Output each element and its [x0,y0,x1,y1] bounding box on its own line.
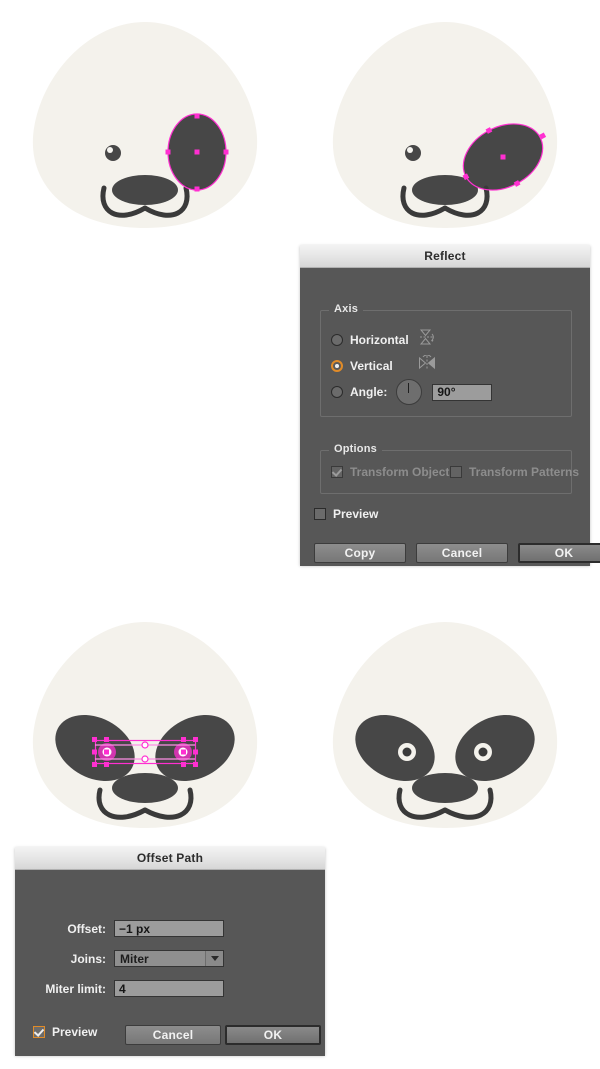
joins-field-label: Joins: [70,951,106,966]
joins-field-row: Joins: Miter [15,950,325,967]
eye-left [398,743,416,761]
offset-path-dialog-title: Offset Path [136,851,204,865]
transform-patterns-checkbox [450,466,462,478]
axis-option-horizontal[interactable]: Horizontal [331,329,437,350]
illustration-panel-3 [0,600,290,850]
illustration-panel-4 [300,600,590,850]
reflect-dialog-titlebar[interactable]: Reflect [300,245,590,268]
eye-left-small [105,145,121,161]
miter-limit-field-row: Miter limit: 4 [15,980,325,997]
vertical-label: Vertical [350,358,393,373]
horizontal-label: Horizontal [350,332,409,347]
offset-preview-row[interactable]: Preview [33,1025,97,1039]
offset-path-dialog: Offset Path Offset: −1 px Joins: Miter M… [15,847,325,1056]
reflect-dialog-body: Axis Horizontal Vertical Angle: 90° Opti… [300,268,600,566]
angle-label: Angle: [350,385,388,399]
reflect-copy-button[interactable]: Copy [314,543,406,563]
miter-limit-label: Miter limit: [45,981,106,996]
options-group-legend: Options [329,443,382,455]
angle-radio[interactable] [331,386,343,398]
offset-path-dialog-body: Offset: −1 px Joins: Miter Miter limit: … [15,870,325,1056]
reflect-cancel-button[interactable]: Cancel [416,543,508,563]
horizontal-radio[interactable] [331,333,343,346]
reflect-preview-checkbox[interactable] [314,508,326,520]
illustration-panel-2 [300,0,590,250]
axis-group: Axis Horizontal Vertical Angle: 90° [320,303,572,417]
illustration-panel-1 [0,0,290,250]
axis-option-angle[interactable]: Angle: 90° [331,379,493,405]
reflect-preview-label: Preview [333,507,379,521]
reflect-preview-row[interactable]: Preview [314,507,378,521]
offset-preview-checkbox[interactable] [33,1026,45,1038]
reflect-dialog-title: Reflect [424,249,466,263]
axis-option-vertical[interactable]: Vertical [331,354,436,376]
chevron-down-icon [210,956,219,961]
options-group: Options Transform Objects Transform Patt… [320,443,579,494]
eye-left-small [405,145,421,161]
reflect-horizontal-icon [419,329,437,350]
offset-ok-button[interactable]: OK [225,1025,321,1045]
angle-input[interactable]: 90° [432,383,493,401]
reflect-vertical-icon [418,354,436,376]
offset-input[interactable]: −1 px [114,920,224,937]
vertical-radio[interactable] [331,359,343,372]
joins-select-value: Miter [120,951,149,966]
transform-patterns-label: Transform Patterns [469,465,580,479]
offset-preview-label: Preview [52,1025,98,1039]
reflect-ok-button[interactable]: OK [518,543,600,563]
offset-path-dialog-titlebar[interactable]: Offset Path [15,847,325,870]
transform-patterns-row: Transform Patterns [450,465,579,479]
offset-field-label: Offset: [67,921,106,936]
offset-cancel-button[interactable]: Cancel [125,1025,221,1045]
transform-objects-label: Transform Objects [350,465,457,479]
transform-objects-row: Transform Objects [331,465,456,479]
reflect-dialog: Reflect Axis Horizontal Vertical Angle: … [300,245,600,566]
offset-field-row: Offset: −1 px [15,920,325,937]
eye-right [474,743,492,761]
axis-group-legend: Axis [329,303,364,315]
miter-limit-input[interactable]: 4 [114,980,224,997]
transform-objects-checkbox [331,466,343,478]
joins-select-arrow[interactable] [205,951,223,966]
angle-dial-icon[interactable] [396,379,423,405]
joins-select[interactable]: Miter [114,950,224,967]
